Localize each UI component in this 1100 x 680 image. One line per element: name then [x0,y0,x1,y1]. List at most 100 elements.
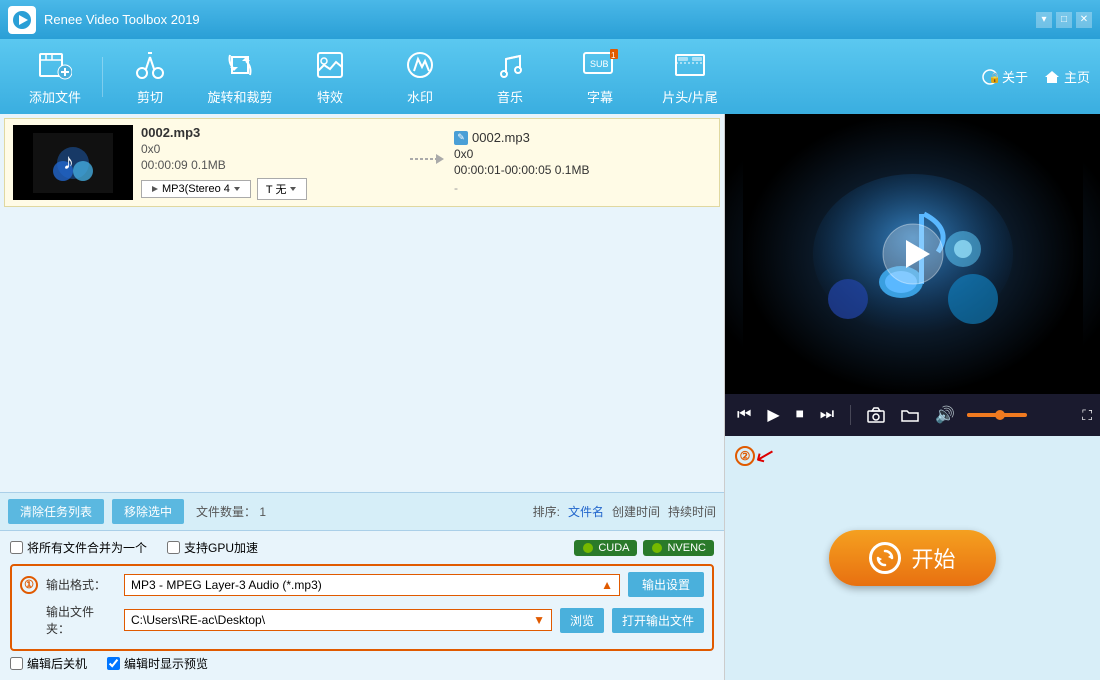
text-format-btn[interactable]: T 无 [257,178,308,200]
toolbar-rotate-crop[interactable]: 旋转和裁剪 [195,42,285,112]
file-thumbnail: ♪ [13,125,133,200]
effects-icon [312,47,348,83]
file-dims: 0x0 [141,142,398,156]
start-button[interactable]: 开始 [829,530,995,586]
add-file-icon [37,47,73,83]
preview-panel: ⏮ ▶ ⏹ ⏭ 🔊 ⛶ [725,114,1100,436]
clear-tasks-button[interactable]: 清除任务列表 [8,499,104,524]
sort-duration[interactable]: 持续时间 [668,503,716,520]
sort-filename[interactable]: 文件名 [568,503,604,520]
toolbar-effects[interactable]: 特效 [285,42,375,112]
subtitle-label: 字幕 [587,87,613,106]
output-settings-button[interactable]: 输出设置 [628,572,704,597]
folder-value: C:\Users\RE-ac\Desktop\ [131,613,265,627]
toolbar-add-file[interactable]: 添加文件 [10,42,100,112]
audio-format-btn[interactable]: MP3(Stereo 4 [141,180,251,198]
preview-label[interactable]: 编辑时显示预览 [107,655,208,672]
arrow-icon [406,144,446,181]
titlebar: Renee Video Toolbox 2019 ▾ □ ✕ [0,0,1100,39]
volume-slider[interactable] [967,413,1027,417]
file-list: ♪ 0002.mp3 0x0 00:00:09 0.1MB MP3(Stereo… [0,114,724,492]
music-visual [725,114,1100,394]
folder-button[interactable] [897,405,923,425]
snapshot-button[interactable] [863,405,889,425]
left-panel: ♪ 0002.mp3 0x0 00:00:09 0.1MB MP3(Stereo… [0,114,725,680]
maximize-button[interactable]: □ [1056,12,1072,28]
cuda-label: CUDA [598,542,629,554]
shutdown-label[interactable]: 编辑后关机 [10,655,87,672]
sort-created[interactable]: 创建时间 [612,503,660,520]
home-button[interactable]: 主页 [1044,67,1090,86]
sort-prefix: 排序: [533,503,560,520]
minimize-button[interactable]: ▾ [1036,12,1052,28]
audio-format-label: MP3(Stereo 4 [162,183,230,195]
shutdown-checkbox[interactable] [10,657,23,670]
open-output-button[interactable]: 打开输出文件 [612,608,704,633]
app-title: Renee Video Toolbox 2019 [44,12,1036,27]
rotate-crop-label: 旋转和裁剪 [207,87,272,106]
volume-button[interactable]: 🔊 [931,403,959,427]
skip-back-button[interactable]: ⏮ [733,404,755,426]
file-name: 0002.mp3 [141,125,398,140]
intro-outro-label: 片头/片尾 [662,87,718,106]
toolbar-watermark[interactable]: 水印 [375,42,465,112]
toolbar-music[interactable]: 音乐 [465,42,555,112]
svg-text:♪: ♪ [63,149,74,174]
merge-label: 将所有文件合并为一个 [27,539,147,556]
gpu-checkbox-label[interactable]: 支持GPU加速 [167,539,258,556]
intro-outro-icon [672,47,708,83]
edit-icon: ✎ [454,131,468,145]
rotate-icon [222,47,258,83]
merge-checkbox[interactable] [10,541,23,554]
browse-button[interactable]: 浏览 [560,608,604,633]
music-label: 音乐 [497,87,523,106]
circle-1: ① [20,576,38,594]
toolbar-right: 🔒 关于 主页 [982,67,1090,86]
watermark-label: 水印 [407,87,433,106]
preview-checkbox[interactable] [107,657,120,670]
nvenc-badge: NVENC [643,540,714,556]
output-filename: 0002.mp3 [472,130,530,145]
start-section: ② ↙ 开始 [725,436,1100,680]
play-button[interactable]: ▶ [763,403,783,427]
gpu-label: 支持GPU加速 [184,539,258,556]
format-select[interactable]: MP3 - MPEG Layer-3 Audio (*.mp3) ▲ [124,574,620,596]
bottom-checks: 编辑后关机 编辑时显示预览 [10,655,714,672]
folder-arrow-icon: ▼ [533,613,545,627]
text-label: T 无 [266,181,287,197]
cut-label: 剪切 [137,87,163,106]
toolbar: 添加文件 剪切 旋转和裁剪 [0,39,1100,114]
fullscreen-button[interactable]: ⛶ [1082,407,1092,424]
svg-text:SUB: SUB [590,59,609,69]
about-label: 关于 [1002,67,1028,86]
player-controls: ⏮ ▶ ⏹ ⏭ 🔊 ⛶ [725,394,1100,436]
toolbar-subtitle[interactable]: SUB 1 字幕 [555,42,645,112]
file-duration-size: 00:00:09 0.1MB [141,158,398,172]
toolbar-intro-outro[interactable]: 片头/片尾 [645,42,735,112]
home-label: 主页 [1064,67,1090,86]
start-label: 开始 [911,542,955,574]
skip-forward-button[interactable]: ⏭ [816,404,838,426]
toolbar-cut[interactable]: 剪切 [105,42,195,112]
file-output: ✎ 0002.mp3 0x0 00:00:01-00:00:05 0.1MB - [454,130,711,195]
gpu-checkbox[interactable] [167,541,180,554]
refresh-icon [869,542,901,574]
close-button[interactable]: ✕ [1076,12,1092,28]
preview-text: 编辑时显示预览 [124,655,208,672]
merge-checkbox-label[interactable]: 将所有文件合并为一个 [10,539,147,556]
add-file-label: 添加文件 [29,87,81,106]
merge-row: 将所有文件合并为一个 支持GPU加速 CUDA NVENC [10,539,714,556]
output-area: 将所有文件合并为一个 支持GPU加速 CUDA NVENC [0,530,724,680]
stop-button[interactable]: ⏹ [792,404,808,426]
folder-row: 输出文件夹： C:\Users\RE-ac\Desktop\ ▼ 浏览 打开输出… [20,603,704,637]
format-label: 输出格式： [46,576,116,593]
folder-input[interactable]: C:\Users\RE-ac\Desktop\ ▼ [124,609,552,631]
remove-selected-button[interactable]: 移除选中 [112,499,184,524]
folder-label: 输出文件夹： [46,603,116,637]
watermark-icon [402,47,438,83]
output-duration-size: 00:00:01-00:00:05 0.1MB [454,163,711,177]
output-dims: 0x0 [454,147,711,161]
about-button[interactable]: 🔒 关于 [982,67,1028,86]
file-row: ♪ 0002.mp3 0x0 00:00:09 0.1MB MP3(Stereo… [4,118,720,207]
effects-label: 特效 [317,87,343,106]
